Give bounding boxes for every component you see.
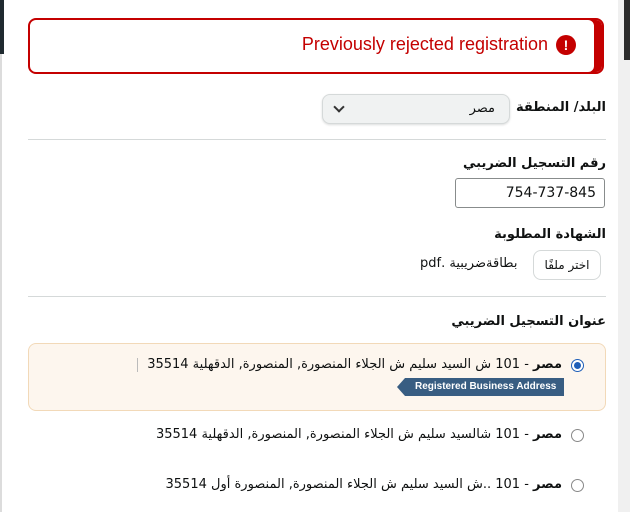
background-edge (0, 0, 4, 54)
tax-number-input[interactable]: 754-737-845 (455, 178, 605, 208)
separator (137, 358, 138, 372)
address-line: - 101 شالسيد سليم ش الجلاء المنصورة, الم… (155, 427, 529, 442)
error-icon: ! (556, 35, 576, 55)
address-option-3[interactable]: مصر - 101 ..ش السيد سليم ش الجلاء المنصو… (166, 477, 562, 492)
address-radio-2[interactable] (571, 429, 584, 442)
chevron-down-icon (333, 101, 345, 113)
error-alert: Previously rejected registration ! (28, 18, 604, 74)
tax-address-label: عنوان التسجيل الضريبي (451, 314, 606, 329)
scrollbar-track[interactable] (618, 0, 630, 512)
address-option-1[interactable]: مصر - 101 ش السيد سليم ش الجلاء المنصورة… (147, 357, 562, 372)
address-country: مصر (533, 357, 562, 372)
alert-message: Previously rejected registration (301, 34, 548, 54)
scrollbar-thumb[interactable] (624, 0, 630, 60)
address-option-selected-card[interactable] (28, 343, 606, 411)
registered-address-badge: Registered Business Address (396, 378, 565, 396)
country-select[interactable]: مصر (322, 94, 510, 124)
country-label: البلد/ المنطقة (516, 100, 606, 115)
divider (28, 139, 606, 140)
tax-number-label: رقم التسجيل الضريبي (463, 156, 606, 171)
selected-file-name: بطاقةضريبية .pdf (420, 256, 518, 271)
divider (28, 296, 606, 297)
address-radio-3[interactable] (571, 479, 584, 492)
choose-file-button[interactable]: اختر ملفًا (533, 250, 601, 280)
address-option-2[interactable]: مصر - 101 شالسيد سليم ش الجلاء المنصورة,… (156, 427, 562, 442)
address-country: مصر (533, 477, 562, 492)
address-radio-1[interactable] (571, 359, 584, 372)
address-line: - 101 ..ش السيد سليم ش الجلاء المنصورة, … (165, 477, 529, 492)
certificate-label: الشهادة المطلوبة (494, 227, 606, 242)
address-line: - 101 ش السيد سليم ش الجلاء المنصورة, ال… (147, 357, 529, 372)
country-select-value: مصر (469, 101, 495, 116)
background-edge (0, 54, 2, 512)
address-country: مصر (533, 427, 562, 442)
